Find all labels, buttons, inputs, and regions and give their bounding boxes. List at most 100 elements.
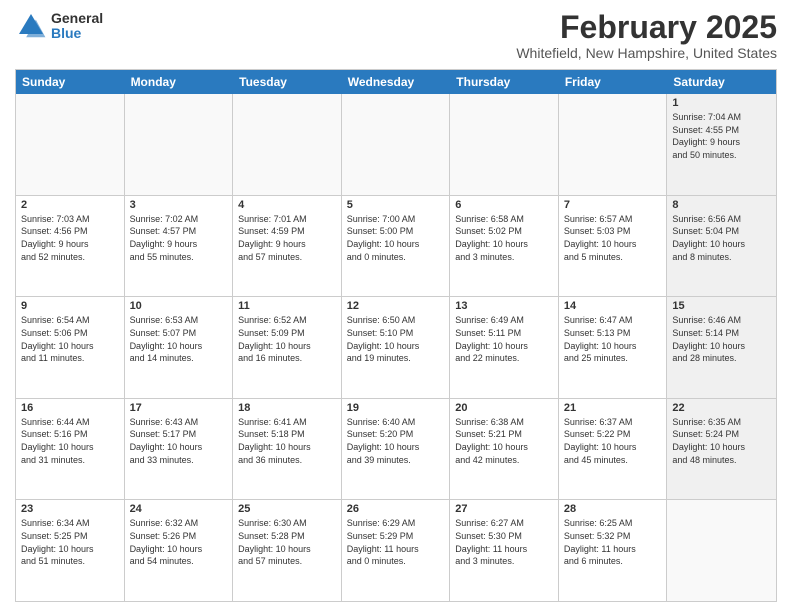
day-number: 8 bbox=[672, 199, 771, 211]
day-number: 21 bbox=[564, 402, 662, 414]
day-number: 12 bbox=[347, 300, 445, 312]
day-info: Sunrise: 6:25 AM Sunset: 5:32 PM Dayligh… bbox=[564, 517, 662, 567]
calendar-row: 16 Sunrise: 6:44 AM Sunset: 5:16 PM Dayli… bbox=[16, 399, 776, 501]
calendar-cell: 11 Sunrise: 6:52 AM Sunset: 5:09 PM Dayli… bbox=[233, 297, 342, 398]
day-info: Sunrise: 6:27 AM Sunset: 5:30 PM Dayligh… bbox=[455, 517, 553, 567]
calendar-cell: 24Sunrise: 6:32 AM Sunset: 5:26 PM Dayli… bbox=[125, 500, 234, 601]
calendar-cell: 3Sunrise: 7:02 AM Sunset: 4:57 PM Daylig… bbox=[125, 196, 234, 297]
calendar-header-cell: Saturday bbox=[667, 70, 776, 94]
day-number: 6 bbox=[455, 199, 553, 211]
day-info: Sunrise: 6:38 AM Sunset: 5:21 PM Dayligh… bbox=[455, 416, 553, 466]
day-info: Sunrise: 7:02 AM Sunset: 4:57 PM Dayligh… bbox=[130, 213, 228, 263]
page: General Blue February 2025 Whitefield, N… bbox=[0, 0, 792, 612]
day-number: 25 bbox=[238, 503, 336, 515]
calendar-cell bbox=[125, 94, 234, 195]
day-number: 9 bbox=[21, 300, 119, 312]
calendar-cell: 18 Sunrise: 6:41 AM Sunset: 5:18 PM Dayli… bbox=[233, 399, 342, 500]
day-number: 13 bbox=[455, 300, 553, 312]
calendar-cell: 7 Sunrise: 6:57 AM Sunset: 5:03 PM Daylig… bbox=[559, 196, 668, 297]
calendar-cell: 2 Sunrise: 7:03 AM Sunset: 4:56 PM Daylig… bbox=[16, 196, 125, 297]
day-number: 17 bbox=[130, 402, 228, 414]
calendar-row: 1 Sunrise: 7:04 AM Sunset: 4:55 PM Daylig… bbox=[16, 94, 776, 196]
day-info: Sunrise: 7:04 AM Sunset: 4:55 PM Dayligh… bbox=[672, 111, 771, 161]
day-number: 28 bbox=[564, 503, 662, 515]
calendar-header-cell: Thursday bbox=[450, 70, 559, 94]
calendar-header-cell: Monday bbox=[125, 70, 234, 94]
calendar-header-cell: Friday bbox=[559, 70, 668, 94]
day-number: 18 bbox=[238, 402, 336, 414]
logo-blue: Blue bbox=[51, 26, 103, 41]
calendar-cell bbox=[450, 94, 559, 195]
calendar-header-cell: Sunday bbox=[16, 70, 125, 94]
day-number: 11 bbox=[238, 300, 336, 312]
calendar-title: February 2025 bbox=[516, 10, 777, 45]
day-info: Sunrise: 6:37 AM Sunset: 5:22 PM Dayligh… bbox=[564, 416, 662, 466]
day-info: Sunrise: 6:50 AM Sunset: 5:10 PM Dayligh… bbox=[347, 314, 445, 364]
day-info: Sunrise: 6:47 AM Sunset: 5:13 PM Dayligh… bbox=[564, 314, 662, 364]
day-number: 20 bbox=[455, 402, 553, 414]
day-info: Sunrise: 6:35 AM Sunset: 5:24 PM Dayligh… bbox=[672, 416, 771, 466]
calendar-cell: 23Sunrise: 6:34 AM Sunset: 5:25 PM Dayli… bbox=[16, 500, 125, 601]
calendar-cell: 16 Sunrise: 6:44 AM Sunset: 5:16 PM Dayli… bbox=[16, 399, 125, 500]
day-info: Sunrise: 6:43 AM Sunset: 5:17 PM Dayligh… bbox=[130, 416, 228, 466]
calendar-cell: 4 Sunrise: 7:01 AM Sunset: 4:59 PM Daylig… bbox=[233, 196, 342, 297]
day-info: Sunrise: 6:41 AM Sunset: 5:18 PM Dayligh… bbox=[238, 416, 336, 466]
day-number: 14 bbox=[564, 300, 662, 312]
logo: General Blue bbox=[15, 10, 103, 42]
header: General Blue February 2025 Whitefield, N… bbox=[15, 10, 777, 61]
calendar-body: 1 Sunrise: 7:04 AM Sunset: 4:55 PM Daylig… bbox=[16, 94, 776, 601]
day-number: 1 bbox=[672, 97, 771, 109]
calendar-cell: 17 Sunrise: 6:43 AM Sunset: 5:17 PM Dayli… bbox=[125, 399, 234, 500]
day-number: 24 bbox=[130, 503, 228, 515]
calendar-cell bbox=[16, 94, 125, 195]
logo-text: General Blue bbox=[51, 11, 103, 42]
calendar-header-cell: Wednesday bbox=[342, 70, 451, 94]
day-number: 16 bbox=[21, 402, 119, 414]
calendar-header-cell: Tuesday bbox=[233, 70, 342, 94]
calendar-cell: 9 Sunrise: 6:54 AM Sunset: 5:06 PM Daylig… bbox=[16, 297, 125, 398]
day-info: Sunrise: 6:57 AM Sunset: 5:03 PM Dayligh… bbox=[564, 213, 662, 263]
calendar-cell bbox=[667, 500, 776, 601]
day-info: Sunrise: 6:29 AM Sunset: 5:29 PM Dayligh… bbox=[347, 517, 445, 567]
calendar-cell: 8 Sunrise: 6:56 AM Sunset: 5:04 PM Daylig… bbox=[667, 196, 776, 297]
day-info: Sunrise: 6:49 AM Sunset: 5:11 PM Dayligh… bbox=[455, 314, 553, 364]
calendar-cell: 12 Sunrise: 6:50 AM Sunset: 5:10 PM Dayli… bbox=[342, 297, 451, 398]
day-info: Sunrise: 6:56 AM Sunset: 5:04 PM Dayligh… bbox=[672, 213, 771, 263]
day-number: 7 bbox=[564, 199, 662, 211]
calendar-row: 23Sunrise: 6:34 AM Sunset: 5:25 PM Dayli… bbox=[16, 500, 776, 601]
calendar-cell: 21 Sunrise: 6:37 AM Sunset: 5:22 PM Dayli… bbox=[559, 399, 668, 500]
day-number: 22 bbox=[672, 402, 771, 414]
calendar-cell: 25 Sunrise: 6:30 AM Sunset: 5:28 PM Dayli… bbox=[233, 500, 342, 601]
calendar: SundayMondayTuesdayWednesdayThursdayFrid… bbox=[15, 69, 777, 602]
day-number: 10 bbox=[130, 300, 228, 312]
calendar-cell: 15Sunrise: 6:46 AM Sunset: 5:14 PM Dayli… bbox=[667, 297, 776, 398]
day-info: Sunrise: 6:52 AM Sunset: 5:09 PM Dayligh… bbox=[238, 314, 336, 364]
logo-general: General bbox=[51, 11, 103, 26]
calendar-cell: 20 Sunrise: 6:38 AM Sunset: 5:21 PM Dayli… bbox=[450, 399, 559, 500]
calendar-row: 9 Sunrise: 6:54 AM Sunset: 5:06 PM Daylig… bbox=[16, 297, 776, 399]
calendar-cell bbox=[342, 94, 451, 195]
day-info: Sunrise: 6:44 AM Sunset: 5:16 PM Dayligh… bbox=[21, 416, 119, 466]
calendar-cell: 1 Sunrise: 7:04 AM Sunset: 4:55 PM Daylig… bbox=[667, 94, 776, 195]
calendar-cell: 19Sunrise: 6:40 AM Sunset: 5:20 PM Dayli… bbox=[342, 399, 451, 500]
calendar-cell bbox=[233, 94, 342, 195]
title-block: February 2025 Whitefield, New Hampshire,… bbox=[516, 10, 777, 61]
calendar-subtitle: Whitefield, New Hampshire, United States bbox=[516, 45, 777, 61]
day-number: 23 bbox=[21, 503, 119, 515]
calendar-cell: 26 Sunrise: 6:29 AM Sunset: 5:29 PM Dayli… bbox=[342, 500, 451, 601]
calendar-header: SundayMondayTuesdayWednesdayThursdayFrid… bbox=[16, 70, 776, 94]
day-info: Sunrise: 7:00 AM Sunset: 5:00 PM Dayligh… bbox=[347, 213, 445, 263]
day-number: 4 bbox=[238, 199, 336, 211]
calendar-row: 2 Sunrise: 7:03 AM Sunset: 4:56 PM Daylig… bbox=[16, 196, 776, 298]
day-info: Sunrise: 6:54 AM Sunset: 5:06 PM Dayligh… bbox=[21, 314, 119, 364]
day-info: Sunrise: 6:30 AM Sunset: 5:28 PM Dayligh… bbox=[238, 517, 336, 567]
calendar-cell bbox=[559, 94, 668, 195]
calendar-cell: 5Sunrise: 7:00 AM Sunset: 5:00 PM Daylig… bbox=[342, 196, 451, 297]
calendar-cell: 10Sunrise: 6:53 AM Sunset: 5:07 PM Dayli… bbox=[125, 297, 234, 398]
day-number: 2 bbox=[21, 199, 119, 211]
day-info: Sunrise: 7:03 AM Sunset: 4:56 PM Dayligh… bbox=[21, 213, 119, 263]
day-number: 19 bbox=[347, 402, 445, 414]
day-info: Sunrise: 7:01 AM Sunset: 4:59 PM Dayligh… bbox=[238, 213, 336, 263]
day-number: 26 bbox=[347, 503, 445, 515]
day-info: Sunrise: 6:58 AM Sunset: 5:02 PM Dayligh… bbox=[455, 213, 553, 263]
